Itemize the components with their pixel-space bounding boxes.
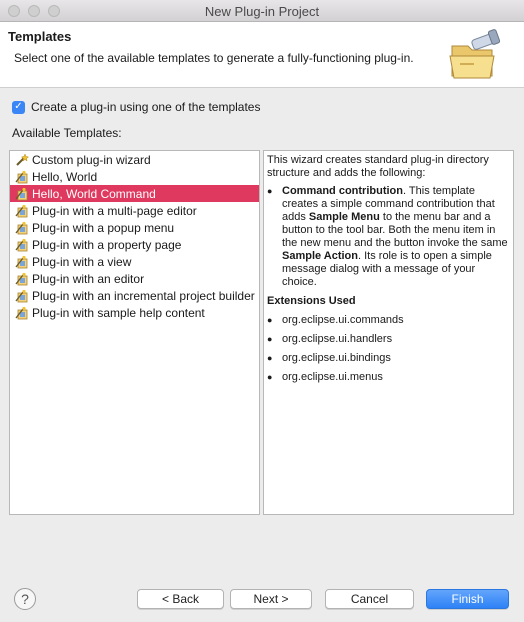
templates-list[interactable]: Custom plug-in wizard Hello, World Hello…	[9, 150, 260, 515]
page-title: Templates	[8, 29, 72, 44]
description-bullet: ● Command contribution. This template cr…	[267, 185, 508, 288]
template-item[interactable]: Plug-in with a view	[10, 253, 259, 270]
plugin-template-icon	[15, 170, 28, 183]
template-item[interactable]: Plug-in with sample help content	[10, 304, 259, 321]
template-item[interactable]: Plug-in with a popup menu	[10, 219, 259, 236]
bullet-icon: ●	[267, 353, 273, 363]
bullet-icon: ●	[267, 186, 273, 196]
window-titlebar: New Plug-in Project	[0, 0, 524, 22]
template-item[interactable]: Custom plug-in wizard	[10, 151, 259, 168]
template-item[interactable]: Plug-in with an editor	[10, 270, 259, 287]
page-description: Select one of the available templates to…	[14, 51, 414, 65]
extension-item: ● org.eclipse.ui.commands	[267, 314, 404, 326]
template-item[interactable]: Plug-in with a property page	[10, 236, 259, 253]
plugin-template-icon	[15, 255, 28, 268]
plugin-template-icon	[15, 289, 28, 302]
description-intro: This wizard creates standard plug-in dir…	[267, 154, 489, 179]
template-description-panel: This wizard creates standard plug-in dir…	[263, 150, 514, 515]
create-from-template-checkbox[interactable]: ✓	[12, 100, 25, 114]
plugin-template-icon	[15, 272, 28, 285]
back-button[interactable]: < Back	[137, 589, 224, 609]
wizard-folder-icon	[449, 29, 501, 79]
template-item[interactable]: Plug-in with an incremental project buil…	[10, 287, 259, 304]
bullet-icon: ●	[267, 315, 273, 325]
plugin-template-icon	[15, 221, 28, 234]
template-item-selected[interactable]: Hello, World Command	[10, 185, 259, 202]
extension-item: ● org.eclipse.ui.bindings	[267, 352, 391, 364]
window-title: New Plug-in Project	[204, 4, 320, 19]
template-item[interactable]: Hello, World	[10, 168, 259, 185]
plugin-template-icon	[15, 306, 28, 319]
extension-item: ● org.eclipse.ui.menus	[267, 371, 383, 383]
finish-button[interactable]: Finish	[426, 589, 509, 609]
plugin-template-icon	[15, 238, 28, 251]
plugin-template-icon	[15, 204, 28, 217]
available-templates-label: Available Templates:	[12, 126, 122, 140]
plugin-template-icon	[15, 187, 28, 200]
next-button[interactable]: Next >	[230, 589, 312, 609]
cancel-button[interactable]: Cancel	[325, 589, 414, 609]
extension-item: ● org.eclipse.ui.handlers	[267, 333, 393, 345]
template-item[interactable]: Plug-in with a multi-page editor	[10, 202, 259, 219]
bullet-icon: ●	[267, 334, 273, 344]
help-button[interactable]: ?	[14, 588, 36, 610]
create-from-template-label: Create a plug-in using one of the templa…	[31, 100, 261, 114]
bullet-icon: ●	[267, 372, 273, 382]
wand-icon	[16, 152, 29, 166]
extensions-heading: Extensions Used	[267, 295, 356, 307]
wizard-header: Templates Select one of the available te…	[0, 22, 524, 88]
create-from-template-option[interactable]: ✓ Create a plug-in using one of the temp…	[12, 99, 260, 115]
